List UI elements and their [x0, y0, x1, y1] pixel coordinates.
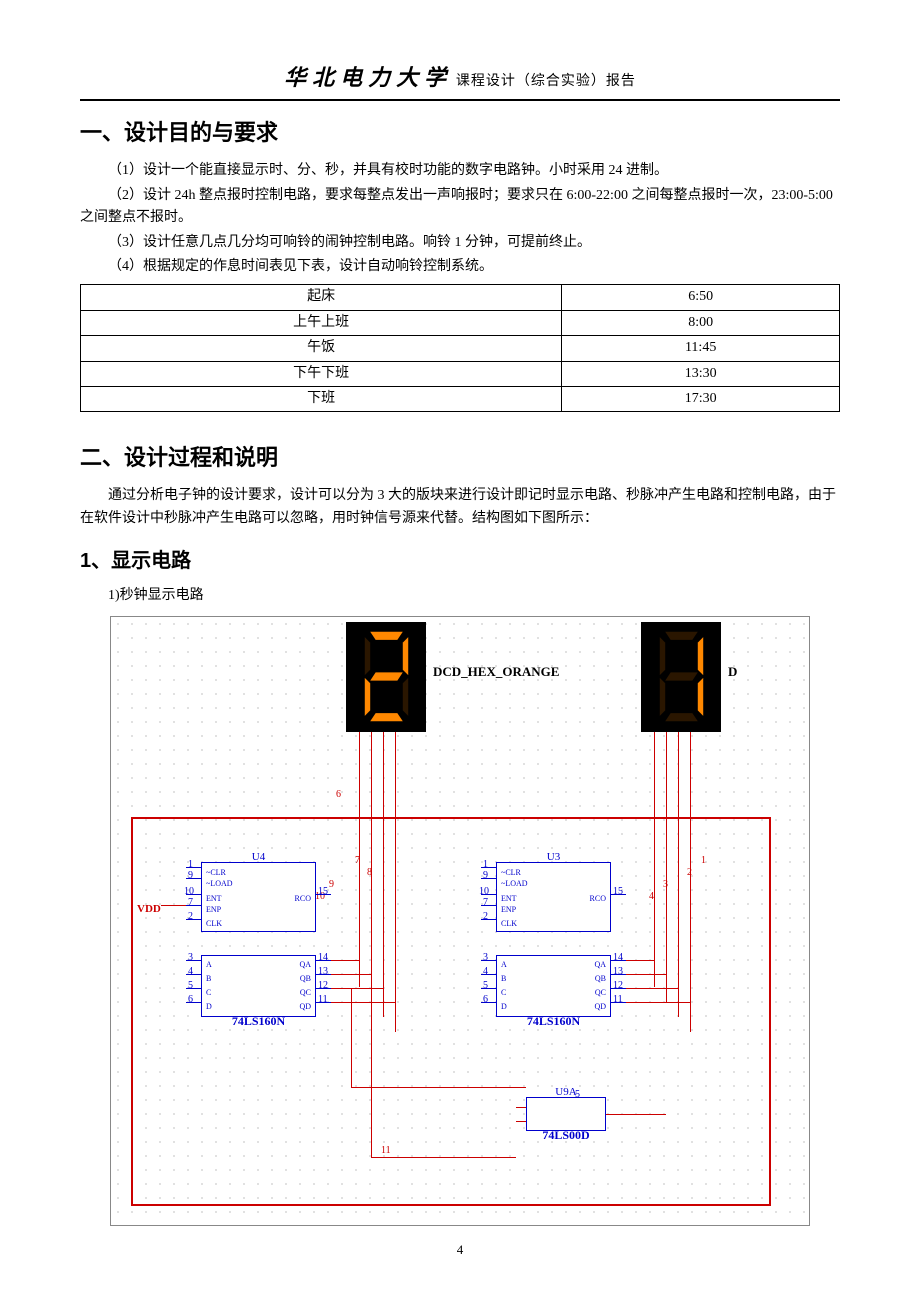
red-label-6: 6	[336, 787, 341, 803]
chip-u4-top: U4 ~CLR ~LOAD ENT ENP CLK RCO	[201, 862, 316, 932]
requirement-3: （3）设计任意几点几分均可响铃的闹钟控制电路。响铃 1 分钟，可提前终止。	[80, 232, 840, 254]
chip-u3-bot: A B C D QA QB QC QD 74LS160N	[496, 955, 611, 1017]
subsection-1-p1: 1)秒钟显示电路	[80, 585, 840, 607]
requirement-4: （4）根据规定的作息时间表见下表，设计自动响铃控制系统。	[80, 256, 840, 278]
chip-u4-bot: A B C D QA QB QC QD 74LS160N	[201, 955, 316, 1017]
table-row: 午饭11:45	[81, 336, 840, 361]
seven-segment-left	[346, 622, 426, 732]
circuit-diagram: DCD_HEX_ORANGE D 6 7 8 9 10 1 2 3 4 VDD …	[110, 616, 810, 1226]
table-row: 下午下班13:30	[81, 361, 840, 386]
gate-u9a: U9A 74LS00D 5	[526, 1097, 606, 1131]
university-name: 华北电力大学	[284, 65, 452, 90]
table-row: 上午上班8:00	[81, 310, 840, 335]
section2-intro: 通过分析电子钟的设计要求，设计可以分为 3 大的版块来进行设计即记时显示电路、秒…	[80, 485, 840, 530]
requirement-1: （1）设计一个能直接显示时、分、秒，并具有校时功能的数字电路钟。小时采用 24 …	[80, 160, 840, 182]
page-number: 4	[80, 1240, 840, 1261]
seven-segment-right	[641, 622, 721, 732]
table-row: 起床6:50	[81, 285, 840, 310]
subsection-1-title: 1、显示电路	[80, 545, 840, 577]
section2-title: 二、设计过程和说明	[80, 440, 840, 475]
schedule-table: 起床6:50 上午上班8:00 午饭11:45 下午下班13:30 下班17:3…	[80, 284, 840, 412]
page-header: 华北电力大学 课程设计（综合实验）报告	[80, 60, 840, 95]
dcd-hex-label-d: D	[728, 662, 737, 683]
chip-u3-top: U3 ~CLR ~LOAD ENT ENP CLK RCO	[496, 862, 611, 932]
header-rule	[80, 99, 840, 101]
requirement-2: （2）设计 24h 整点报时控制电路，要求每整点发出一声响报时；要求只在 6:0…	[80, 185, 840, 230]
table-row: 下班17:30	[81, 386, 840, 411]
header-subtitle: 课程设计（综合实验）报告	[456, 74, 636, 89]
dcd-hex-label: DCD_HEX_ORANGE	[433, 662, 559, 683]
section1-title: 一、设计目的与要求	[80, 115, 840, 150]
vdd-label: VDD	[137, 901, 161, 919]
